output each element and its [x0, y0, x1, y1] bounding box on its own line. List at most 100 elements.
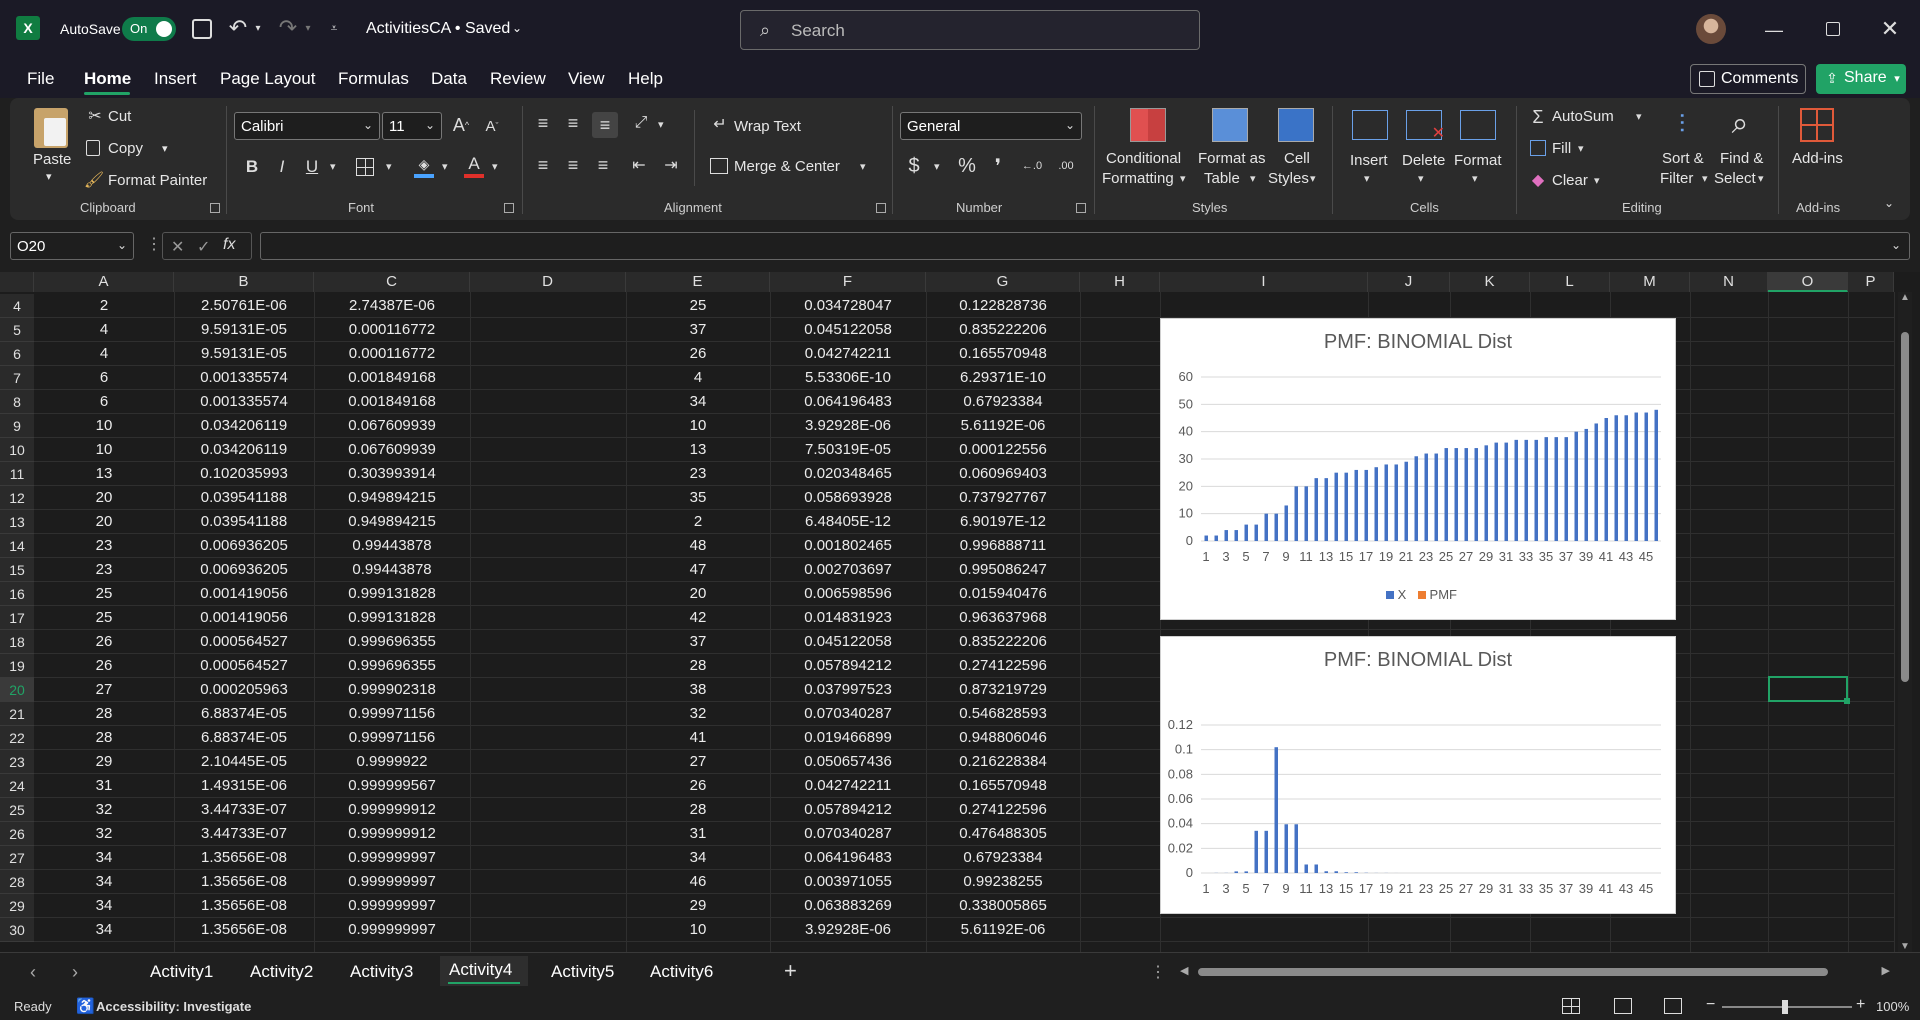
cell-styles-label-2[interactable]: Styles: [1268, 170, 1309, 187]
zoom-slider[interactable]: [1722, 1000, 1852, 1014]
cell-e[interactable]: 25: [626, 294, 770, 318]
cell-b[interactable]: 0.034206119: [174, 438, 314, 462]
cell-a[interactable]: 20: [34, 510, 174, 534]
wrap-text-icon[interactable]: ↵: [710, 114, 730, 134]
cell-c[interactable]: 0.999999997: [314, 894, 470, 918]
row-header[interactable]: 28: [0, 870, 34, 894]
cell-g[interactable]: 6.29371E-10: [926, 366, 1080, 390]
cell-b[interactable]: 1.49315E-06: [174, 774, 314, 798]
cell-f[interactable]: 0.050657436: [770, 750, 926, 774]
font-color-icon[interactable]: A: [464, 154, 484, 178]
row-header[interactable]: 29: [0, 894, 34, 918]
increase-decimal-icon[interactable]: ←.0: [1020, 156, 1044, 176]
cell-g[interactable]: 0.996888711: [926, 534, 1080, 558]
format-as-table-icon[interactable]: [1212, 108, 1248, 142]
undo-dropdown-icon[interactable]: ▾: [252, 20, 264, 36]
cell-g[interactable]: 0.67923384: [926, 390, 1080, 414]
sheet-tab-activity3[interactable]: Activity3: [350, 962, 413, 982]
cell-e[interactable]: 37: [626, 318, 770, 342]
chevron-down-icon[interactable]: ▾: [386, 160, 392, 173]
cell-b[interactable]: 9.59131E-05: [174, 342, 314, 366]
format-table-label-2[interactable]: Table: [1204, 170, 1240, 187]
enter-icon[interactable]: ✓: [197, 237, 210, 257]
cell-b[interactable]: 3.44733E-07: [174, 822, 314, 846]
cell-g[interactable]: 0.99238255: [926, 870, 1080, 894]
cell-a[interactable]: 6: [34, 366, 174, 390]
cell-b[interactable]: 0.006936205: [174, 558, 314, 582]
addins-icon[interactable]: [1800, 108, 1834, 142]
cell-e[interactable]: 4: [626, 366, 770, 390]
chevron-down-icon[interactable]: ▾: [860, 160, 866, 173]
row-header[interactable]: 6: [0, 342, 34, 366]
column-header-f[interactable]: F: [770, 272, 926, 292]
cell-g[interactable]: 0.338005865: [926, 894, 1080, 918]
row-header[interactable]: 21: [0, 702, 34, 726]
cell-a[interactable]: 32: [34, 798, 174, 822]
format-label[interactable]: Format: [1454, 152, 1502, 169]
menu-insert[interactable]: Insert: [154, 69, 197, 89]
row-header[interactable]: 20: [0, 678, 34, 702]
cell-b[interactable]: 0.034206119: [174, 414, 314, 438]
merge-center-icon[interactable]: [710, 158, 728, 174]
cell-g[interactable]: 0.000122556: [926, 438, 1080, 462]
font-launcher-icon[interactable]: [504, 203, 514, 213]
cell-e[interactable]: 46: [626, 870, 770, 894]
cell-f[interactable]: 0.057894212: [770, 798, 926, 822]
cell-c[interactable]: 0.067609939: [314, 414, 470, 438]
cut-label[interactable]: Cut: [108, 108, 131, 125]
cell-a[interactable]: 2: [34, 294, 174, 318]
formula-input[interactable]: ⌄: [260, 232, 1910, 260]
cell-c[interactable]: 0.001849168: [314, 390, 470, 414]
decrease-font-icon[interactable]: Aˇ: [482, 116, 502, 136]
menu-data[interactable]: Data: [431, 69, 467, 89]
row-header[interactable]: 19: [0, 654, 34, 678]
restore-icon[interactable]: [1826, 22, 1840, 36]
cell-e[interactable]: 10: [626, 918, 770, 942]
cell-e[interactable]: 28: [626, 798, 770, 822]
cell-a[interactable]: 29: [34, 750, 174, 774]
cell-a[interactable]: 34: [34, 846, 174, 870]
fill-handle[interactable]: [1844, 698, 1850, 704]
align-left-icon[interactable]: ≡: [532, 154, 554, 176]
cell-a[interactable]: 4: [34, 318, 174, 342]
cell-a[interactable]: 31: [34, 774, 174, 798]
column-header-p[interactable]: P: [1848, 272, 1894, 292]
tabs-more-icon[interactable]: ⋮: [1150, 962, 1166, 982]
cell-c[interactable]: 0.999696355: [314, 654, 470, 678]
row-header[interactable]: 30: [0, 918, 34, 942]
column-header-l[interactable]: L: [1530, 272, 1610, 292]
cell-g[interactable]: 0.122828736: [926, 294, 1080, 318]
cell-c[interactable]: 0.303993914: [314, 462, 470, 486]
cell-b[interactable]: 1.35656E-08: [174, 894, 314, 918]
name-box[interactable]: O20 ⌄: [10, 232, 134, 260]
cell-a[interactable]: 6: [34, 390, 174, 414]
chart-top[interactable]: PMF: BINOMIAL Dist 0 10 20 30 40 50 60 1 3 5 7 9 11 1…: [1160, 318, 1676, 620]
cell-e[interactable]: 41: [626, 726, 770, 750]
cell-a[interactable]: 4: [34, 342, 174, 366]
cell-f[interactable]: 7.50319E-05: [770, 438, 926, 462]
cell-g[interactable]: 6.90197E-12: [926, 510, 1080, 534]
find-label-2[interactable]: Select: [1714, 170, 1756, 187]
cell-f[interactable]: 0.058693928: [770, 486, 926, 510]
chevron-down-icon[interactable]: ▾: [330, 160, 336, 173]
cell-g[interactable]: 0.015940476: [926, 582, 1080, 606]
underline-icon[interactable]: U: [302, 156, 322, 178]
next-sheet-icon[interactable]: ›: [72, 962, 78, 983]
cell-c[interactable]: 0.999999567: [314, 774, 470, 798]
cell-a[interactable]: 23: [34, 534, 174, 558]
cell-f[interactable]: 0.070340287: [770, 702, 926, 726]
cell-a[interactable]: 28: [34, 726, 174, 750]
column-header-k[interactable]: K: [1450, 272, 1530, 292]
chevron-down-icon[interactable]: ▾: [934, 160, 940, 173]
cell-c[interactable]: 0.999999997: [314, 918, 470, 942]
autosum-icon[interactable]: Σ: [1528, 106, 1548, 128]
cell-c[interactable]: 0.999971156: [314, 726, 470, 750]
menu-page-layout[interactable]: Page Layout: [220, 69, 315, 89]
align-right-icon[interactable]: ≡: [592, 154, 614, 176]
cell-b[interactable]: 2.10445E-05: [174, 750, 314, 774]
cell-a[interactable]: 27: [34, 678, 174, 702]
cell-f[interactable]: 0.003971055: [770, 870, 926, 894]
row-header[interactable]: 26: [0, 822, 34, 846]
cell-b[interactable]: 0.001419056: [174, 582, 314, 606]
paste-icon[interactable]: [34, 108, 68, 148]
